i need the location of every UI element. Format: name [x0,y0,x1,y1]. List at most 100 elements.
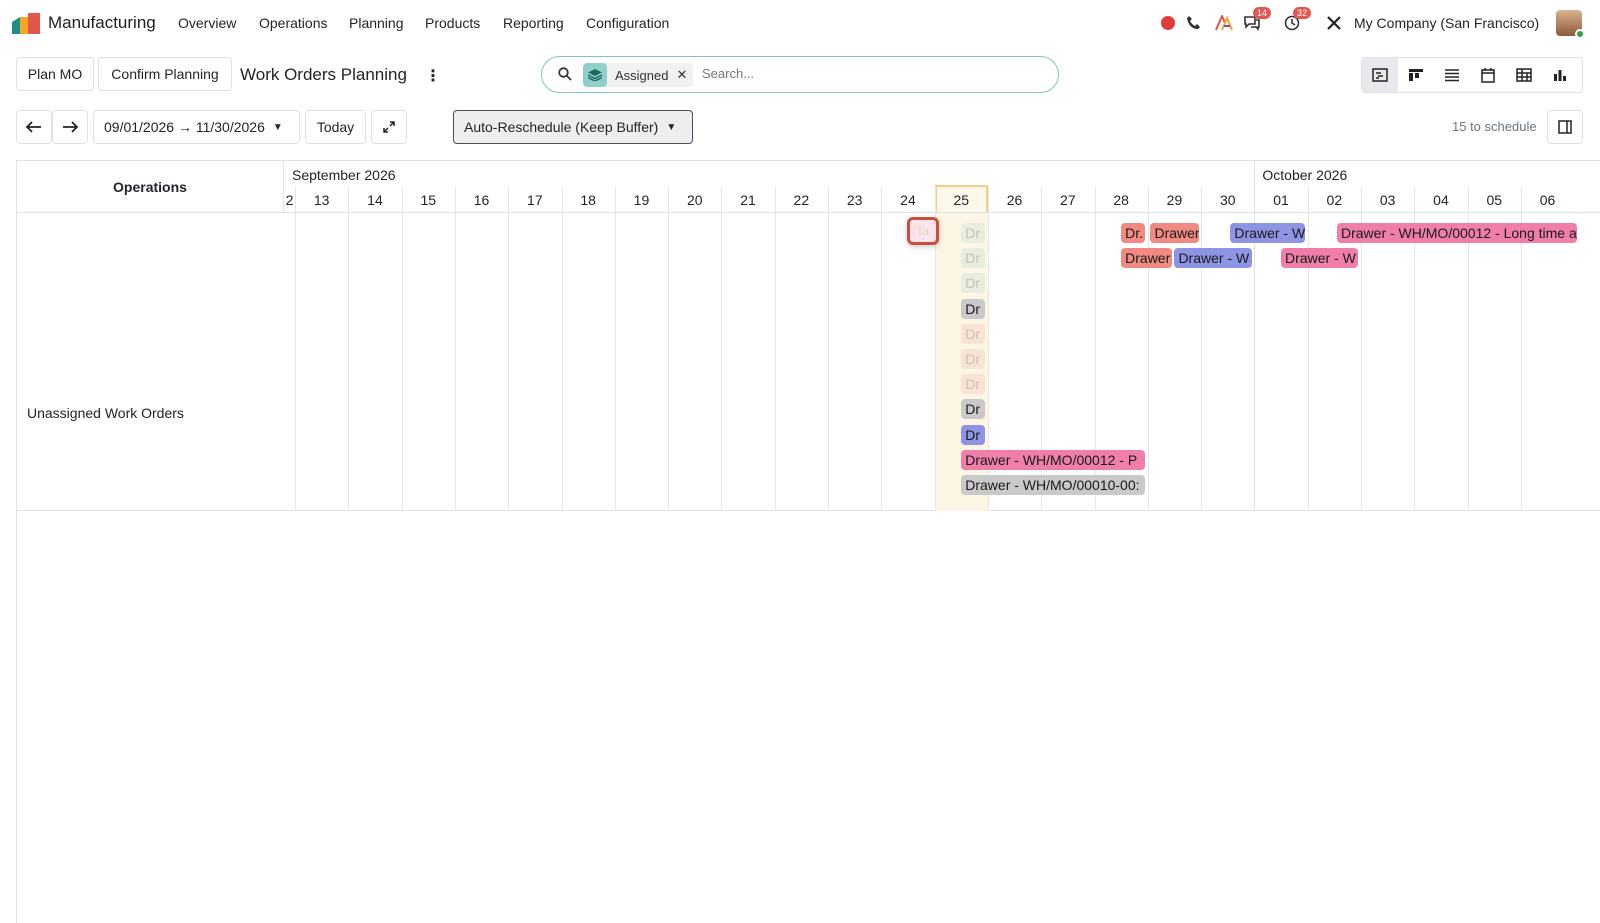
work-order-pill[interactable]: Dr [961,399,986,420]
work-order-pill[interactable]: Dr [961,223,986,243]
next-period-button[interactable] [52,110,88,144]
company-switcher[interactable]: My Company (San Francisco) [1354,15,1539,31]
day-divider [454,187,456,511]
online-status-dot [1575,29,1585,39]
view-switcher [1361,57,1583,93]
day-header-16: 16 [473,192,490,208]
tools-icon[interactable] [1324,13,1344,33]
day-divider [401,187,403,511]
day-header-05: 05 [1486,192,1503,208]
today-button[interactable]: Today [305,110,366,144]
day-divider [881,187,883,511]
work-order-pill[interactable]: Drawer - WH/MO/00012 - Long time as [1337,223,1577,243]
side-panel-toggle[interactable] [1547,110,1583,144]
day-header-2: 2 [285,192,294,208]
menu-overview[interactable]: Overview [178,15,236,31]
pivot-view-icon[interactable] [1506,58,1542,92]
day-header-21: 21 [740,192,756,208]
phone-icon[interactable] [1184,13,1204,33]
search-icon[interactable] [558,67,572,84]
arrow-left-icon [26,121,41,133]
date-range-picker[interactable]: 09/01/2026 → 11/30/2026 ▼ [93,110,300,144]
day-divider [1201,187,1203,511]
activities-clock-icon[interactable]: 32 [1282,7,1312,33]
day-header-24: 24 [900,192,916,208]
month-header-october: October 2026 [1262,167,1348,183]
day-header-26: 26 [1006,192,1023,208]
menu-operations[interactable]: Operations [259,15,327,31]
day-header-30: 30 [1219,192,1236,208]
remove-facet-icon[interactable]: ✕ [676,67,693,83]
side-panel-icon [1558,120,1572,134]
work-order-pill[interactable]: Dr [961,273,986,294]
work-order-pill[interactable]: Ta [907,217,940,245]
day-divider [295,187,296,511]
day-header-22: 22 [793,192,810,208]
auto-reschedule-label: Auto-Reschedule (Keep Buffer) [464,119,659,135]
work-order-pill[interactable]: Dr [961,248,986,269]
work-order-pill[interactable]: Dr [961,374,986,395]
gantt-timeline: 2 13 14 15 16 17 18 19 20 21 22 23 24 25 26 27 28 29 30 01 0… [17,161,1600,511]
work-order-pill[interactable]: Drawer - W [1174,248,1252,269]
kanban-view-icon[interactable] [1398,58,1434,92]
arrow-right-icon [63,121,78,133]
day-divider [348,187,350,511]
recording-icon[interactable] [1158,13,1178,33]
day-header-17: 17 [527,192,543,208]
month-header-september: September 2026 [292,167,396,183]
top-navbar: Manufacturing Overview Operations Planni… [0,0,1600,46]
work-order-pill[interactable]: Drawer - WH/MO/00010-00: [961,475,1146,495]
caret-down-icon: ▼ [666,121,677,133]
date-range-value: 09/01/2026 → 11/30/2026 [104,119,265,135]
messages-count-badge: 14 [1253,7,1272,19]
work-order-pill[interactable]: Drawer - W [1281,248,1359,269]
work-order-pill[interactable]: Drawer [1121,248,1172,269]
search-facet: Assigned ✕ [583,63,694,87]
search-input[interactable] [702,66,1002,81]
ai-icon[interactable] [1214,13,1234,33]
day-header-25: 25 [953,192,970,208]
plan-mo-button[interactable]: Plan MO [16,57,94,91]
work-order-pill[interactable]: Dr [961,349,986,369]
menu-configuration[interactable]: Configuration [586,15,669,31]
day-header-19: 19 [633,192,650,208]
list-view-icon[interactable] [1434,58,1470,92]
activities-count-badge: 32 [1293,7,1312,19]
calendar-view-icon[interactable] [1470,58,1506,92]
work-order-pill[interactable]: Drawer - WH/MO/00012 - P [961,449,1146,470]
graph-view-icon[interactable] [1542,58,1578,92]
user-avatar[interactable] [1556,10,1585,39]
day-header-28: 28 [1113,192,1129,208]
work-order-pill[interactable]: Dr [961,323,986,344]
day-header-15: 15 [420,192,437,208]
expand-button[interactable] [371,110,407,144]
confirm-planning-button[interactable]: Confirm Planning [98,57,232,91]
app-name[interactable]: Manufacturing [48,13,156,33]
day-header-13: 13 [313,192,330,208]
work-order-pill[interactable]: Dr [961,298,986,319]
previous-period-button[interactable] [16,110,52,144]
actions-menu-icon[interactable]: ⋮ [425,66,441,86]
manufacturing-app-icon[interactable] [12,13,40,34]
layers-icon [583,63,607,87]
menu-planning[interactable]: Planning [349,15,404,31]
day-header-04: 04 [1433,192,1449,208]
work-order-pill[interactable]: Dr [961,424,986,445]
work-order-pill[interactable]: Drawer - W [1230,223,1306,243]
search-bar[interactable]: Assigned ✕ [541,56,1059,93]
day-divider [668,187,670,511]
menu-products[interactable]: Products [425,15,480,31]
auto-reschedule-dropdown[interactable]: Auto-Reschedule (Keep Buffer) ▼ [453,110,693,144]
messages-icon[interactable]: 14 [1242,7,1272,33]
gantt-chart: Operations Unassigned Work Orders 2 13 14 1… [16,160,1600,923]
day-header-06: 06 [1539,192,1556,208]
expand-icon [383,121,395,133]
to-schedule-count: 15 to schedule [1452,119,1537,134]
gantt-view-icon[interactable] [1362,58,1398,92]
day-divider [1147,187,1149,511]
work-order-pill[interactable]: Drawer [1150,223,1200,243]
day-header-02: 02 [1326,192,1343,208]
work-order-pill[interactable]: Dr. [1121,223,1146,243]
page-title: Work Orders Planning [240,65,407,84]
menu-reporting[interactable]: Reporting [503,15,564,31]
